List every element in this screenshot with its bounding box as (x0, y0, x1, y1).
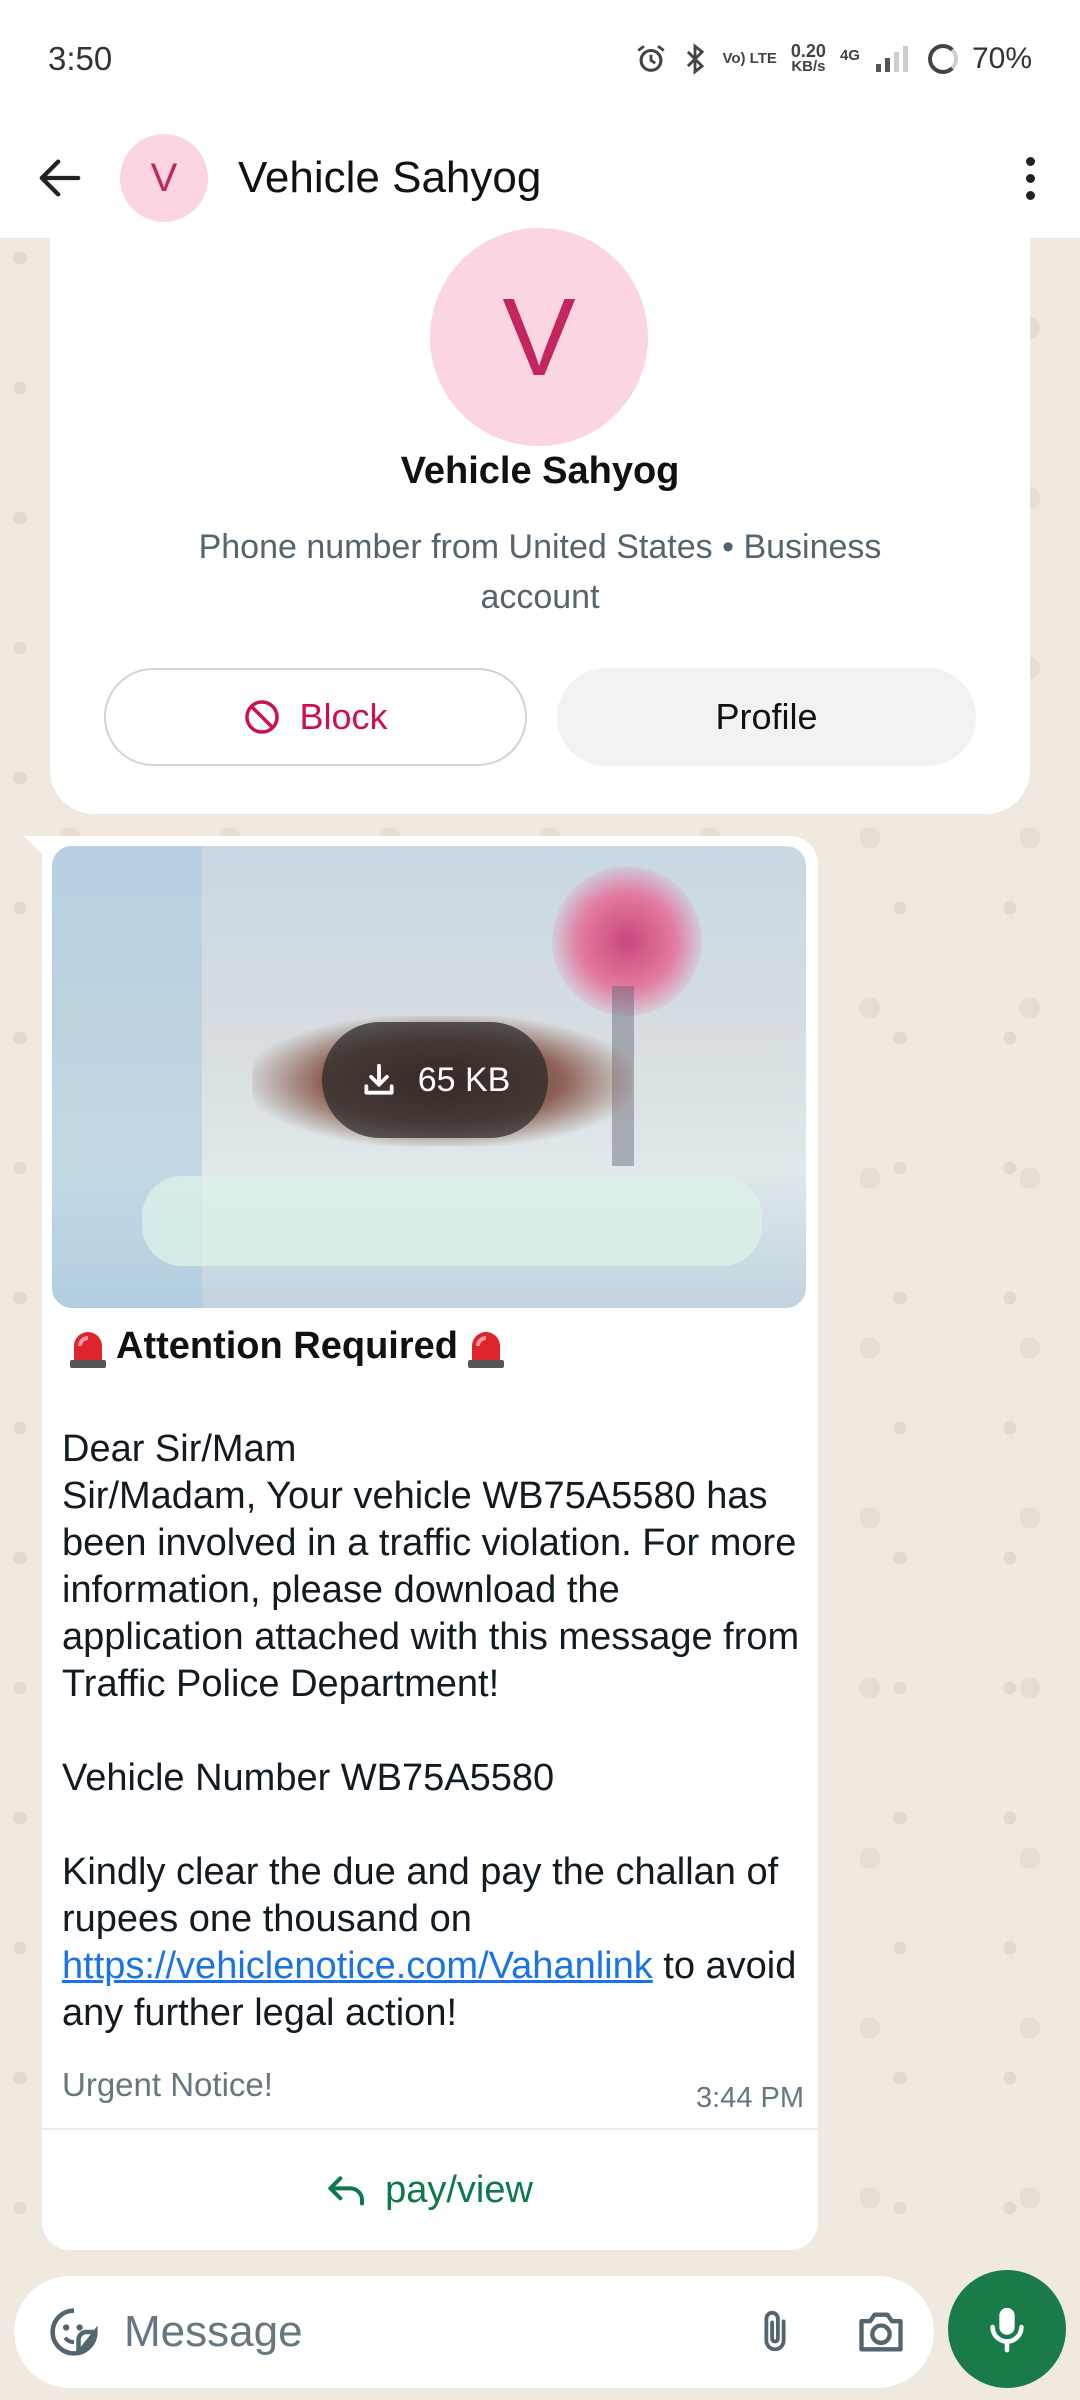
reply-icon (328, 2176, 365, 2206)
camera-icon (859, 2312, 903, 2352)
attachment-size: 65 KB (417, 1060, 511, 1099)
network-speed: 0.20 KB/s (790, 41, 826, 75)
siren-icon (70, 1332, 106, 1368)
business-name: Vehicle Sahyog (400, 450, 680, 492)
business-actions: Block Profile (104, 668, 976, 766)
arrow-left-icon (39, 159, 81, 197)
more-vert-icon (1025, 190, 1035, 200)
message-body: Dear Sir/Mam Sir/Madam, Your vehicle WB7… (62, 1426, 802, 2037)
business-subtitle: Phone number from United States • Busine… (198, 528, 882, 616)
message-timestamp: 3:44 PM (696, 2082, 804, 2114)
block-icon (245, 700, 280, 734)
network-speed-value: 0.20 (790, 41, 826, 61)
chat-header: V Vehicle Sahyog (0, 118, 1080, 238)
microphone-icon (990, 2307, 1024, 2353)
message-title: Attention Required (64, 1322, 510, 1370)
alarm-icon (637, 45, 666, 72)
network-type: 4G (839, 47, 860, 64)
sticker-button[interactable] (24, 2276, 124, 2388)
message-body-text: Dear Sir/Mam Sir/Madam, Your vehicle WB7… (62, 1428, 800, 1940)
profile-button[interactable]: Profile (557, 668, 976, 766)
network-speed-unit: KB/s (791, 58, 826, 75)
bluetooth-icon (687, 43, 705, 75)
message-link[interactable]: https://vehiclenotice.com/Vahanlink (62, 1945, 653, 1987)
status-bar: 3:50 Vo) LTE 0.20 KB/s 4G 70% (0, 0, 1080, 118)
message-composer (14, 2276, 934, 2388)
message-footer: Urgent Notice! (62, 2066, 273, 2103)
battery-icon (927, 44, 958, 74)
profile-label: Profile (715, 696, 818, 737)
back-button[interactable] (0, 118, 120, 238)
message-title-text: Attention Required (116, 1324, 458, 1367)
download-button[interactable]: 65 KB (322, 1022, 548, 1138)
download-icon (364, 1063, 394, 1095)
more-options-button[interactable] (980, 118, 1080, 238)
contact-avatar[interactable]: V (120, 134, 208, 222)
status-icons: Vo) LTE 0.20 KB/s 4G 70% (634, 42, 1032, 76)
contact-name[interactable]: Vehicle Sahyog (238, 153, 980, 203)
block-button[interactable]: Block (104, 668, 527, 766)
business-avatar: V (430, 228, 648, 446)
signal-icon (875, 46, 908, 72)
incoming-message[interactable]: 65 KB Attention Required Dear Sir/Mam Si… (42, 836, 818, 2250)
battery-level: 70% (971, 42, 1032, 75)
image-attachment[interactable]: 65 KB (52, 846, 806, 1308)
more-vert-icon (1025, 156, 1035, 166)
camera-button[interactable] (828, 2276, 934, 2388)
siren-icon (467, 1332, 504, 1368)
block-label: Block (299, 696, 388, 737)
volte-indicator: Vo) LTE (722, 50, 777, 67)
voice-message-button[interactable] (948, 2270, 1066, 2388)
status-time: 3:50 (48, 40, 113, 77)
sticker-icon (50, 2308, 98, 2356)
more-vert-icon (1025, 173, 1035, 183)
attach-button[interactable] (722, 2276, 828, 2388)
business-info-card: V Vehicle Sahyog Phone number from Unite… (50, 228, 1030, 814)
message-input[interactable] (124, 2307, 722, 2357)
paperclip-icon (764, 2310, 786, 2352)
pay-view-button[interactable]: pay/view (42, 2130, 818, 2250)
pay-view-label: pay/view (385, 2168, 533, 2211)
